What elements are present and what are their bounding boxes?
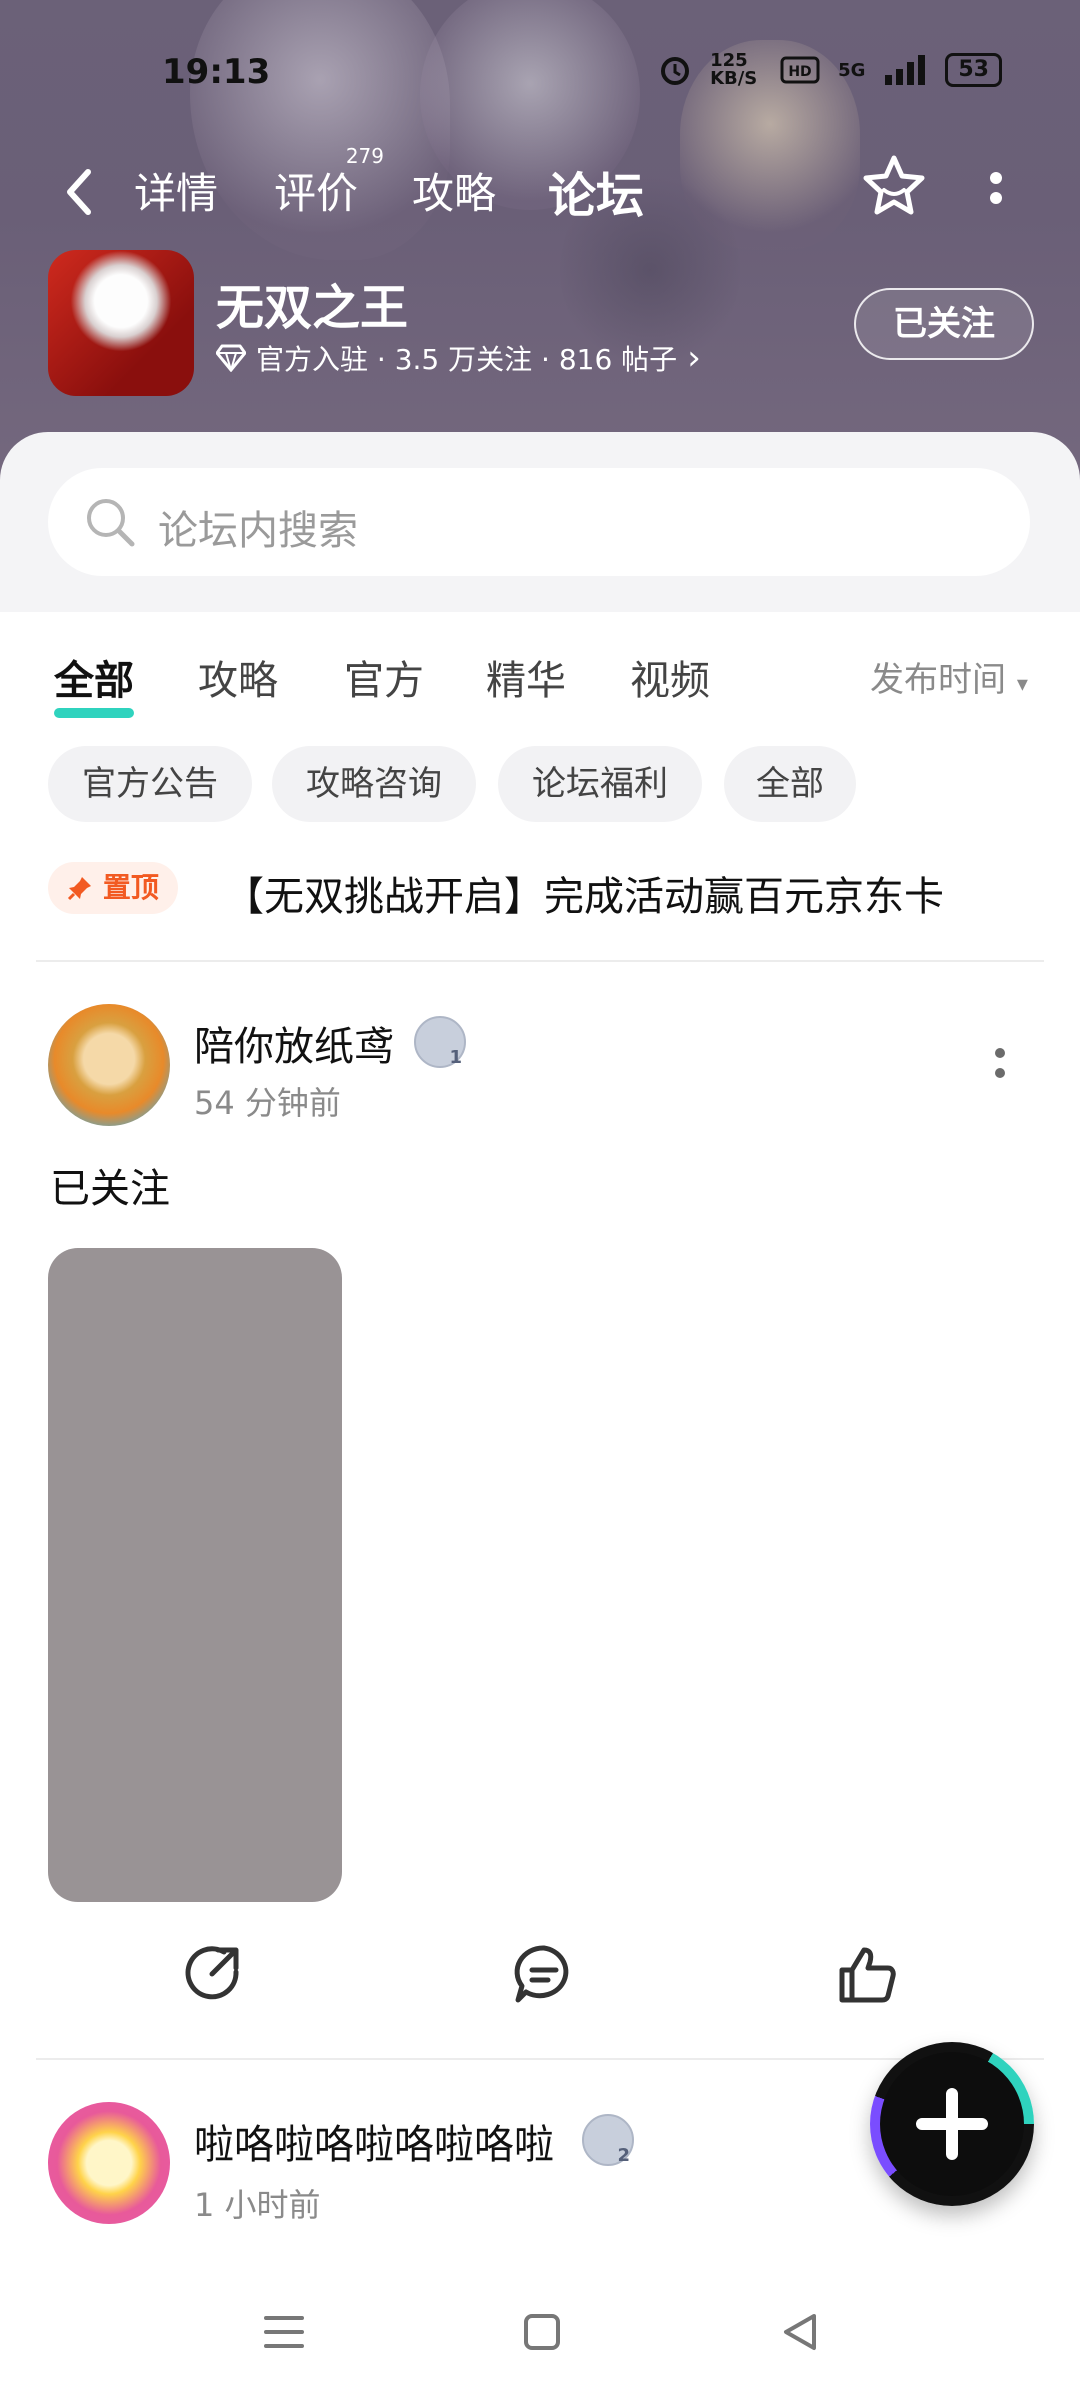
filter-tab-all[interactable]: 全部: [54, 648, 134, 718]
filter-tab-video[interactable]: 视频: [630, 648, 710, 706]
alarm-icon: [661, 57, 690, 85]
back-icon[interactable]: [58, 162, 98, 222]
status-icons: 125 KB/S HD 5G 53: [658, 52, 1002, 88]
comment-icon[interactable]: [512, 1942, 576, 2006]
chip-announcements[interactable]: 官方公告: [48, 746, 252, 822]
net-speed: 125 KB/S: [710, 50, 758, 89]
level-number: 1: [449, 1047, 462, 1068]
chevron-right-icon: ›: [687, 338, 701, 378]
post-author[interactable]: 陪你放纸鸢: [194, 1014, 394, 1072]
star-icon[interactable]: [860, 152, 928, 220]
level-badge-icon: 2: [582, 2114, 634, 2166]
filter-tab-featured[interactable]: 精华: [486, 648, 566, 706]
filter-tab-official[interactable]: 官方: [344, 648, 424, 706]
chip-all[interactable]: 全部: [724, 746, 856, 822]
app-meta[interactable]: 官方入驻 · 3.5 万关注 · 816 帖子 ›: [216, 338, 701, 378]
pinned-badge: 置顶: [48, 862, 178, 914]
signal-icon: [885, 55, 926, 85]
home-icon[interactable]: [518, 2308, 566, 2356]
like-icon[interactable]: [836, 1942, 900, 2006]
follow-button[interactable]: 已关注: [854, 288, 1034, 360]
pinned-post[interactable]: 置顶 【无双挑战开启】完成活动赢百元京东卡: [48, 860, 1038, 924]
back-nav-icon[interactable]: [776, 2308, 824, 2356]
diamond-icon: [216, 344, 246, 372]
post-actions: [0, 1942, 1080, 2022]
post-more-icon[interactable]: [994, 1048, 1006, 1082]
battery-indicator: 53: [945, 53, 1002, 87]
pin-icon: [68, 877, 92, 901]
sort-label: 发布时间: [870, 660, 1006, 700]
sort-dropdown[interactable]: 发布时间 ▾: [870, 652, 1028, 701]
post-image[interactable]: [48, 1248, 342, 1902]
divider: [36, 960, 1044, 962]
network-type: 5G: [838, 59, 866, 81]
avatar[interactable]: [48, 1004, 170, 1126]
pinned-badge-label: 置顶: [102, 871, 159, 904]
create-post-button[interactable]: [870, 2042, 1034, 2206]
app-info: 无双之王 官方入驻 · 3.5 万关注 · 816 帖子 › 已关注: [48, 250, 1038, 400]
search-input[interactable]: 论坛内搜索: [48, 468, 1030, 576]
level-badge-icon: 1: [414, 1016, 466, 1068]
chip-forum-benefits[interactable]: 论坛福利: [498, 746, 702, 822]
app-icon: [48, 250, 194, 396]
tab-forum[interactable]: 论坛: [543, 156, 649, 228]
avatar[interactable]: [48, 2102, 170, 2224]
status-bar: 19:13 125 KB/S HD 5G 53: [0, 48, 1080, 98]
menu-icon[interactable]: [260, 2308, 308, 2356]
add-icon: [916, 2088, 988, 2160]
level-number: 2: [617, 2145, 630, 2166]
filter-tab-guides[interactable]: 攻略: [198, 648, 278, 706]
svg-text:HD: HD: [788, 64, 811, 80]
search-area: 论坛内搜索: [0, 432, 1080, 612]
tab-guides[interactable]: 攻略: [412, 160, 496, 221]
search-icon: [87, 499, 135, 547]
tab-reviews[interactable]: 评价 279: [274, 144, 384, 221]
filter-tabs: 全部 攻略 官方 精华 视频 发布时间 ▾: [0, 648, 1080, 720]
top-navigation: 详情 评价 279 攻略 论坛: [0, 144, 1080, 230]
header-banner: 19:13 125 KB/S HD 5G 53 详情 评价 279 攻略 论坛 …: [0, 0, 1080, 480]
chip-guide-consult[interactable]: 攻略咨询: [272, 746, 476, 822]
pinned-title: 【无双挑战开启】完成活动赢百元京东卡: [224, 874, 944, 920]
more-icon[interactable]: [988, 168, 1004, 208]
share-icon[interactable]: [180, 1942, 244, 2006]
chevron-down-icon: ▾: [1016, 672, 1028, 697]
review-count-badge: 279: [345, 144, 385, 168]
app-name: 无双之王: [216, 280, 409, 336]
system-nav-bar: [0, 2270, 1080, 2400]
post-author[interactable]: 啦咯啦咯啦咯啦咯啦: [194, 2112, 554, 2170]
post-time: 1 小时前: [194, 2186, 321, 2224]
search-placeholder: 论坛内搜索: [158, 508, 358, 554]
status-time: 19:13: [162, 52, 271, 92]
post-time: 54 分钟前: [194, 1084, 341, 1122]
tab-details[interactable]: 详情: [134, 160, 218, 221]
hd-icon: HD: [780, 56, 820, 84]
tab-reviews-label: 评价: [274, 169, 359, 218]
post-text: 已关注: [50, 1166, 170, 1212]
app-meta-text: 官方入驻 · 3.5 万关注 · 816 帖子: [256, 343, 678, 376]
